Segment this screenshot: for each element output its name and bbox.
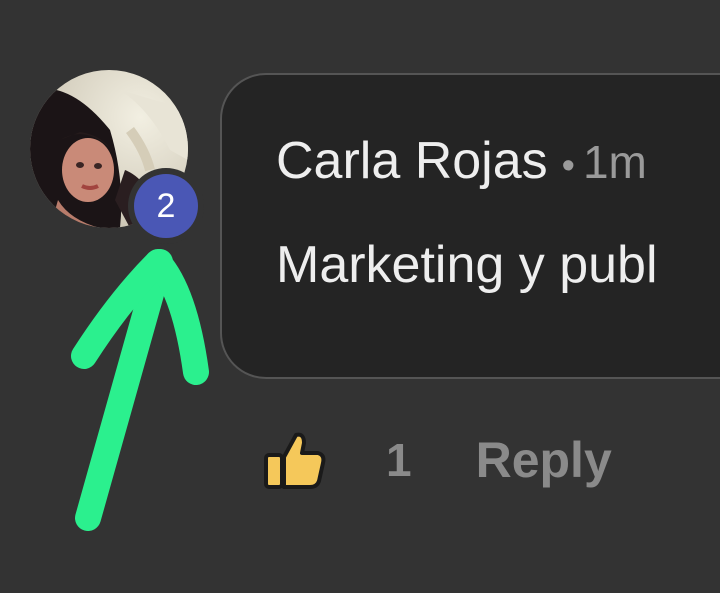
comment-screen: 2 Carla Rojas • 1m Marketing y publ 1 Re… — [0, 0, 720, 593]
arrow-annotation — [71, 249, 209, 531]
